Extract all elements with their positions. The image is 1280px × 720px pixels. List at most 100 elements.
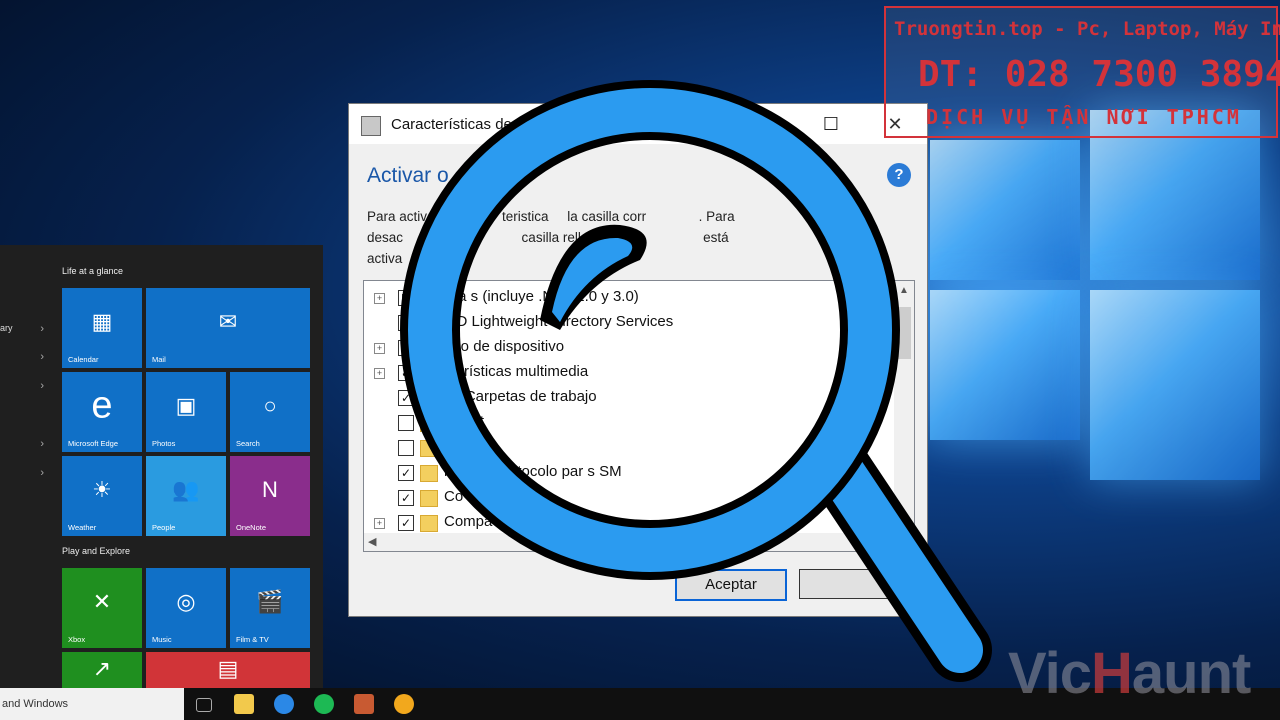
feature-checkbox[interactable] [398,415,414,431]
chevron-right-icon: › [40,380,44,392]
feature-item[interactable]: ✓ de Carpetas de trabajo [364,386,884,411]
tile-label: Microsoft Edge [68,439,119,448]
mail-icon: ✉ [218,308,238,334]
tile-label: Mail [152,355,166,364]
watermark-line: Truongtin.top - Pc, Laptop, Máy In [894,18,1280,40]
feature-checkbox[interactable]: ✓ [398,365,414,381]
feature-checkbox[interactable]: ✓ [398,490,414,506]
start-left-item[interactable]: ary › [0,323,44,335]
folder-icon [420,440,438,457]
tile-microsoft-edge[interactable]: e Microsoft Edge [62,372,142,452]
tile-label: People [152,523,176,532]
feature-checkbox[interactable]: ✓ [398,515,414,531]
tile-people[interactable]: 👥 People [146,456,226,536]
feature-item[interactable]: + Fra s (incluye .NET 2.0 y 3.0) [364,286,884,311]
tile-search[interactable]: ○ Search [230,372,310,452]
tile-label: Film & TV [236,635,269,644]
feature-checkbox[interactable] [398,290,414,306]
feature-label: Telnet [444,413,485,430]
feature-label: Co [444,488,464,505]
scroll-thumb[interactable] [897,307,911,359]
feature-item[interactable]: ✓ l con el protocolo par s SM [364,461,884,486]
feature-label: Fra s (incluye .NET 2.0 y 3.0) [444,288,639,305]
feature-checkbox[interactable] [398,440,414,456]
search-icon: ○ [263,392,277,418]
tile-xbox[interactable]: ✕ Xbox [62,568,142,648]
app-icon[interactable] [394,694,414,714]
weather-icon: ☀ [92,476,112,502]
tile-calendar[interactable]: ▦ Calendar [62,288,142,368]
tile-label: Xbox [68,635,86,644]
edge-icon: e [91,384,113,427]
logo-pane [930,290,1080,440]
folder-icon [420,390,438,407]
tile-music[interactable]: ◎ Music [146,568,226,648]
feature-item[interactable]: + ueo de dispositivo [364,336,884,361]
folder-icon [420,490,438,507]
photos-icon: ▣ [175,392,197,418]
tile-label: Music [152,635,172,644]
feature-item[interactable]: ✓ Co [364,486,884,511]
group-label: Life at a glance [62,266,124,276]
folder-icon [420,415,438,432]
expand-icon[interactable]: + [374,293,385,304]
watermark-phone: DT: 028 7300 3894 [918,54,1280,95]
music-icon: ◎ [176,588,196,614]
money-icon: ↗ [92,655,112,681]
tile-label: Weather [68,523,97,532]
window-title: Características de W [391,116,531,133]
task-view-icon[interactable] [196,698,212,712]
store-icon[interactable] [354,694,374,714]
expand-icon[interactable]: + [374,518,385,529]
feature-checkbox[interactable]: ✓ [398,465,414,481]
maximize-button[interactable]: ☐ [811,112,851,136]
tile-label: Search [236,439,260,448]
tile-mail[interactable]: ✉ Mail [146,288,310,368]
calendar-icon: ▦ [91,308,113,334]
feature-item[interactable]: TP [364,436,884,461]
tile-photos[interactable]: ▣ Photos [146,372,226,452]
app-icon [361,116,381,136]
tile-money-icon[interactable]: ↗ [62,652,142,692]
folder-icon [420,365,438,382]
tile-weather[interactable]: ☀ Weather [62,456,142,536]
feature-label: ueo de dispositivo [444,338,565,355]
vertical-scrollbar[interactable]: ▲ [894,281,914,533]
feature-item[interactable]: + ✓ cterísticas multimedia [364,361,884,386]
tile-label: Calendar [68,355,99,364]
brand-watermark: VicHaunt [1008,641,1251,706]
scroll-up-icon[interactable]: ▲ [894,281,914,301]
onenote-icon: N [262,476,278,502]
feature-label: cterísticas multimedia [444,363,589,380]
chevron-right-icon: › [40,323,44,335]
feature-checkbox[interactable]: ✓ [398,390,414,406]
chevron-right-icon: › [40,467,44,479]
feature-item[interactable]: e D Lightweight Directory Services [364,311,884,336]
file-explorer-icon[interactable] [234,694,254,714]
help-icon[interactable]: ? [887,163,911,187]
folder-icon [420,465,438,482]
tile-news-icon[interactable]: ▤ [146,652,310,692]
feature-checkbox[interactable] [398,340,414,356]
feature-label: de Carpetas de trabajo [444,388,597,405]
logo-pane [930,140,1080,280]
dialog-description: Para activ teristica la casilla corr . P… [367,209,735,266]
expand-icon[interactable]: + [374,368,385,379]
feature-checkbox[interactable] [398,315,414,331]
watermark-line: DỊCH VỤ TẬN NƠI TPHCM [926,105,1242,129]
scroll-left-icon[interactable]: ◀ [368,533,376,551]
edge-icon[interactable] [274,694,294,714]
cancel-button[interactable] [799,569,909,599]
taskbar-search-box[interactable]: and Windows [0,688,184,720]
feature-item[interactable]: Telnet [364,411,884,436]
minimize-button[interactable]: – [751,112,791,136]
chevron-right-icon: › [40,351,44,363]
accept-button[interactable]: Aceptar [675,569,787,601]
tile-onenote[interactable]: N OneNote [230,456,310,536]
spotify-icon[interactable] [314,694,334,714]
horizontal-scrollbar[interactable]: ◀ [364,533,914,551]
chevron-right-icon: › [40,438,44,450]
expand-icon[interactable]: + [374,343,385,354]
tile-film-tv[interactable]: 🎬 Film & TV [230,568,310,648]
xbox-icon: ✕ [92,588,112,614]
